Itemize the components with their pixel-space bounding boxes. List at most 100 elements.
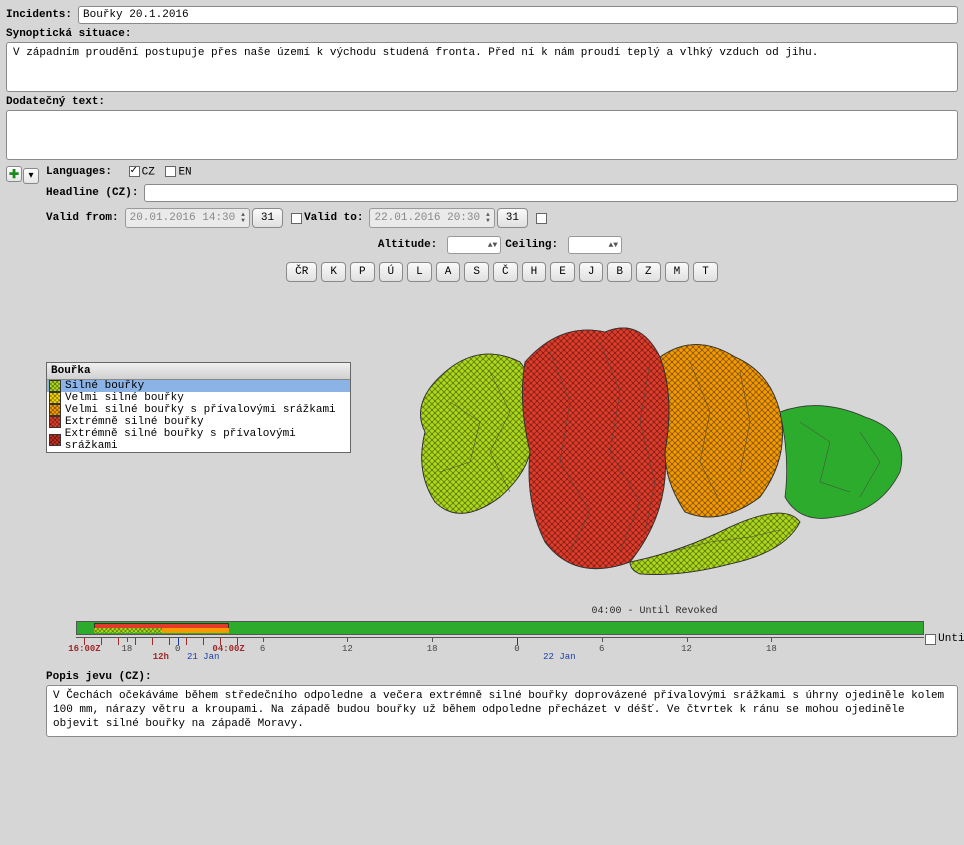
calendar-to-button[interactable]: 31	[497, 208, 528, 228]
until-revoked-checkbox[interactable]	[925, 634, 936, 645]
valid-from-value: 20.01.2016 14:30	[130, 212, 236, 224]
legend-item-label: Velmi silné bouřky	[65, 392, 184, 404]
timeline-ruler: 16:00Z 04:00Z 12h 21 Jan 22 Jan 18061218…	[76, 637, 924, 659]
region-button-H[interactable]: H	[522, 262, 547, 282]
valid-from-spinner[interactable]: 20.01.2016 14:30 ▲▼	[125, 208, 250, 228]
legend-item[interactable]: Velmi silné bouřky	[47, 392, 350, 404]
timeline-tick	[347, 638, 348, 642]
timeline-tick-label: 6	[599, 644, 604, 654]
legend-item[interactable]: Silné bouřky	[47, 380, 350, 392]
timeline-tick-label: 0	[175, 644, 180, 654]
legend-swatch	[49, 392, 61, 404]
timeline-tick	[771, 638, 772, 642]
add-icon[interactable]: ✚	[6, 166, 22, 182]
dropdown-toggle-icon[interactable]: ▾	[23, 168, 39, 184]
timeline[interactable]: 16:00Z 04:00Z 12h 21 Jan 22 Jan 18061218…	[76, 621, 924, 659]
timeline-bar[interactable]	[76, 621, 924, 635]
additional-textarea[interactable]	[6, 110, 958, 160]
timeline-tick-label: 18	[121, 644, 132, 654]
region-button-J[interactable]: J	[579, 262, 604, 282]
timeline-tick-label: 18	[427, 644, 438, 654]
region-button-L[interactable]: L	[407, 262, 432, 282]
timeline-tick-label: 0	[514, 644, 519, 654]
legend-item-label: Extrémně silné bouřky s přívalovými sráž…	[65, 428, 348, 452]
lang-en-label: EN	[178, 166, 191, 178]
region-button-Č[interactable]: Č	[493, 262, 518, 282]
region-button-Ú[interactable]: Ú	[379, 262, 404, 282]
languages-row: Languages: CZ EN	[46, 166, 958, 178]
incidents-input[interactable]	[78, 6, 958, 24]
valid-to-spinner[interactable]: 22.01.2016 20:30 ▲▼	[369, 208, 494, 228]
timeline-tick	[602, 638, 603, 642]
ceiling-label: Ceiling:	[505, 239, 558, 251]
valid-to-value: 22.01.2016 20:30	[374, 212, 480, 224]
timeline-tick	[432, 638, 433, 642]
valid-from-label: Valid from:	[46, 212, 119, 224]
region-buttons: ČRKPÚLASČHEJBZMT	[46, 262, 958, 282]
timeline-tick	[220, 638, 221, 645]
timeline-tick-label: 12	[681, 644, 692, 654]
region-button-S[interactable]: S	[464, 262, 489, 282]
desc-textarea[interactable]: V Čechách očekáváme během středečního od…	[46, 685, 958, 736]
region-button-E[interactable]: E	[550, 262, 575, 282]
timeline-date2: 22 Jan	[543, 652, 575, 662]
region-button-P[interactable]: P	[350, 262, 375, 282]
region-button-T[interactable]: T	[693, 262, 718, 282]
legend-title: Bouřka	[47, 363, 350, 380]
region-button-Z[interactable]: Z	[636, 262, 661, 282]
timeline-tick	[101, 638, 102, 645]
lang-en-checkbox[interactable]	[165, 166, 176, 177]
timeline-tick	[237, 638, 238, 645]
map-status-label: 04:00 - Until Revoked	[591, 606, 717, 617]
after-valid-to-checkbox[interactable]	[536, 213, 547, 224]
headline-label: Headline (CZ):	[46, 187, 138, 199]
legend-item-label: Silné bouřky	[65, 380, 144, 392]
region-button-A[interactable]: A	[436, 262, 461, 282]
timeline-tick	[127, 638, 128, 642]
until-revoked-label: Until Revoked	[938, 633, 964, 645]
legend-item-label: Velmi silné bouřky s přívalovými srážkam…	[65, 404, 336, 416]
headline-input[interactable]	[144, 184, 958, 202]
lang-cz-label: CZ	[142, 166, 155, 178]
legend-swatch	[49, 404, 61, 416]
legend-swatch	[49, 434, 61, 446]
additional-label: Dodatečný text:	[6, 96, 958, 108]
calendar-from-button[interactable]: 31	[252, 208, 283, 228]
timeline-date1: 21 Jan	[187, 652, 219, 662]
timeline-tick	[152, 638, 153, 645]
legend-item[interactable]: Extrémně silné bouřky	[47, 416, 350, 428]
ceiling-spinner[interactable]: ▲▼	[568, 236, 622, 254]
spinner-arrows-icon[interactable]: ▲▼	[486, 212, 490, 224]
timeline-tick-label: 18	[766, 644, 777, 654]
region-button-M[interactable]: M	[665, 262, 690, 282]
legend-box: Bouřka Silné bouřkyVelmi silné bouřkyVel…	[46, 362, 351, 453]
valid-to-enable-checkbox[interactable]	[291, 213, 302, 224]
synoptic-label: Synoptická situace:	[6, 28, 958, 40]
legend-item[interactable]: Extrémně silné bouřky s přívalovými sráž…	[47, 428, 350, 452]
desc-label: Popis jevu (CZ):	[46, 671, 958, 683]
altitude-label: Altitude:	[378, 239, 437, 251]
region-button-B[interactable]: B	[607, 262, 632, 282]
synoptic-textarea[interactable]: V západním proudění postupuje přes naše …	[6, 42, 958, 92]
timeline-tick	[687, 638, 688, 642]
timeline-start-label: 16:00Z	[68, 644, 100, 654]
spinner-arrows-icon[interactable]: ▲▼	[241, 212, 245, 224]
legend-item-label: Extrémně silné bouřky	[65, 416, 204, 428]
timeline-tick	[118, 638, 119, 645]
region-button-K[interactable]: K	[321, 262, 346, 282]
incidents-label: Incidents:	[6, 9, 72, 21]
altitude-spinner[interactable]: ▲▼	[447, 236, 501, 254]
timeline-seg-orange	[162, 628, 230, 633]
languages-label: Languages:	[46, 166, 112, 178]
lang-cz-checkbox[interactable]	[129, 166, 140, 177]
timeline-tick	[186, 638, 187, 645]
timeline-tick	[84, 638, 85, 645]
valid-to-label: Valid to:	[304, 212, 363, 224]
region-button-ČR[interactable]: ČR	[286, 262, 317, 282]
timeline-tick	[169, 638, 170, 645]
timeline-tick	[203, 638, 204, 645]
legend-swatch	[49, 416, 61, 428]
timeline-tick-label: 6	[260, 644, 265, 654]
map-svg[interactable]	[390, 302, 920, 602]
legend-item[interactable]: Velmi silné bouřky s přívalovými srážkam…	[47, 404, 350, 416]
